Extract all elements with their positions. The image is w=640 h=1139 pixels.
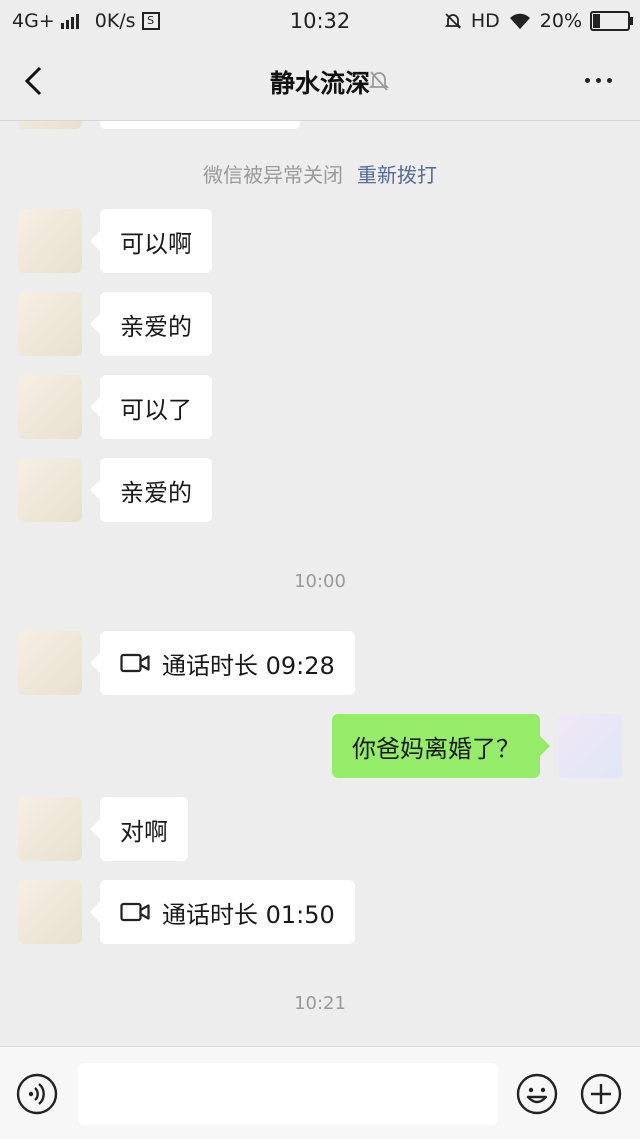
contact-avatar[interactable] (18, 797, 82, 861)
voice-icon[interactable] (16, 1073, 58, 1115)
call-record-bubble[interactable]: 通话时长 01:50 (90, 880, 355, 944)
message-row: 对啊 (0, 797, 640, 861)
call-record-row: 通话时长 09:28 (0, 631, 640, 695)
own-message-bubble[interactable]: 你爸妈离婚了？ (332, 714, 550, 778)
status-right: HD 20% (443, 10, 633, 32)
battery-percent: 20% (539, 10, 582, 32)
system-message-text: 微信被异常关闭 (203, 163, 343, 187)
battery-icon (590, 11, 633, 31)
redial-link[interactable]: 重新拨打 (357, 163, 437, 187)
timestamp: 10:00 (294, 571, 346, 592)
input-bar (0, 1046, 640, 1139)
message-bubble[interactable]: 对啊 (90, 797, 188, 861)
contact-avatar[interactable] (18, 121, 82, 129)
message-bubble[interactable]: 亲爱的 (90, 458, 212, 522)
call-duration: 通话时长 01:50 (162, 900, 335, 929)
message-row-own: 你爸妈离婚了？ (0, 714, 640, 778)
message-row: 可以了 (0, 375, 640, 439)
own-avatar[interactable] (558, 714, 622, 778)
contact-avatar[interactable] (18, 458, 82, 522)
message-input[interactable] (78, 1063, 498, 1125)
chat-title: 静水流深 (269, 69, 370, 98)
plus-icon[interactable] (580, 1073, 622, 1115)
call-duration: 通话时长 09:28 (162, 651, 335, 680)
contact-avatar[interactable] (18, 209, 82, 273)
mute-bell-icon (368, 71, 390, 91)
wifi-icon (509, 13, 530, 29)
video-call-icon (120, 653, 150, 673)
status-bar: 4G+ 0K/s S 10:32 HD 20% (0, 0, 640, 42)
emoji-icon[interactable] (516, 1073, 558, 1115)
message-row: 可以啊 (0, 209, 640, 273)
bell-off-icon (444, 13, 462, 29)
contact-avatar[interactable] (18, 880, 82, 944)
hd-label: HD (470, 10, 500, 32)
contact-avatar[interactable] (18, 631, 82, 695)
message-row: 亲爱的 (0, 292, 640, 356)
message-list[interactable]: 微信被异常关闭 重新拨打 可以啊 亲爱的 可以了 亲爱的 10:00 通话时长 0… (0, 121, 640, 1046)
contact-avatar[interactable] (18, 375, 82, 439)
call-record-row: 通话时长 01:50 (0, 880, 640, 944)
call-record-bubble[interactable]: 通话时长 09:28 (90, 631, 355, 695)
message-row (0, 121, 640, 129)
more-icon[interactable] (585, 78, 612, 83)
system-message: 微信被异常关闭 重新拨打 (0, 159, 640, 188)
message-bubble[interactable]: 可以了 (90, 375, 212, 439)
contact-avatar[interactable] (18, 292, 82, 356)
message-bubble[interactable]: 亲爱的 (90, 292, 212, 356)
battery-fill (593, 14, 600, 28)
message-bubble[interactable] (100, 121, 300, 129)
chat-header: 静水流深 (0, 42, 640, 121)
video-call-icon (120, 902, 150, 922)
timestamp: 10:21 (294, 993, 346, 1014)
message-row: 亲爱的 (0, 458, 640, 522)
message-bubble[interactable]: 可以啊 (90, 209, 212, 273)
